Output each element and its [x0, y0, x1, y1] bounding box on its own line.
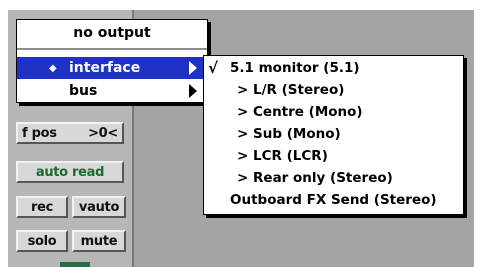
mixer-window: f pos >0< auto read rec vauto solo mute … [0, 0, 482, 267]
interface-submenu: √ 5.1 monitor (5.1) > L/R (Stereo) > Cen… [203, 55, 464, 215]
submenu-item-label: > Sub (Mono) [237, 126, 341, 142]
submenu-item-outboard-fx-send[interactable]: Outboard FX Send (Stereo) [204, 189, 463, 211]
menu-item-label: interface [69, 60, 141, 76]
mute-button[interactable]: mute [72, 230, 126, 252]
menu-item-bus[interactable]: bus [17, 80, 207, 102]
solo-button[interactable]: solo [16, 230, 68, 252]
submenu-item-sub-mono[interactable]: > Sub (Mono) [204, 123, 463, 145]
automation-mode-button[interactable]: auto read [16, 161, 124, 183]
voice-auto-button[interactable]: vauto [72, 196, 126, 218]
menu-item-no-output[interactable]: no output [17, 22, 207, 44]
menu-item-label: no output [73, 25, 151, 41]
selected-diamond-icon: ◆ [49, 62, 57, 74]
submenu-item-label: > Rear only (Stereo) [237, 170, 393, 186]
strip-color-tag [60, 262, 90, 267]
submenu-arrow-icon [189, 61, 197, 75]
fpos-value: >0< [88, 125, 118, 141]
submenu-item-lr-stereo[interactable]: > L/R (Stereo) [204, 79, 463, 101]
menu-separator [17, 48, 207, 50]
submenu-item-centre-mono[interactable]: > Centre (Mono) [204, 101, 463, 123]
submenu-item-label: > LCR (LCR) [237, 148, 328, 164]
record-button[interactable]: rec [16, 196, 68, 218]
submenu-arrow-icon [189, 84, 197, 98]
submenu-item-rear-only-stereo[interactable]: > Rear only (Stereo) [204, 167, 463, 189]
fader-position-button[interactable]: f pos >0< [16, 122, 124, 144]
menu-item-label: bus [69, 83, 98, 99]
submenu-item-lcr[interactable]: > LCR (LCR) [204, 145, 463, 167]
output-popup-menu: no output ◆ interface bus [16, 19, 208, 103]
submenu-item-label: Outboard FX Send (Stereo) [230, 192, 437, 208]
checkmark-icon: √ [208, 59, 219, 77]
submenu-item-label: 5.1 monitor (5.1) [230, 60, 360, 76]
menu-item-interface[interactable]: ◆ interface [17, 57, 207, 79]
submenu-item-5-1-monitor[interactable]: √ 5.1 monitor (5.1) [204, 57, 463, 79]
fpos-label: f pos [22, 125, 57, 141]
submenu-item-label: > L/R (Stereo) [237, 82, 345, 98]
submenu-item-label: > Centre (Mono) [237, 104, 363, 120]
channel-strip: f pos >0< auto read rec vauto solo mute [12, 118, 130, 258]
